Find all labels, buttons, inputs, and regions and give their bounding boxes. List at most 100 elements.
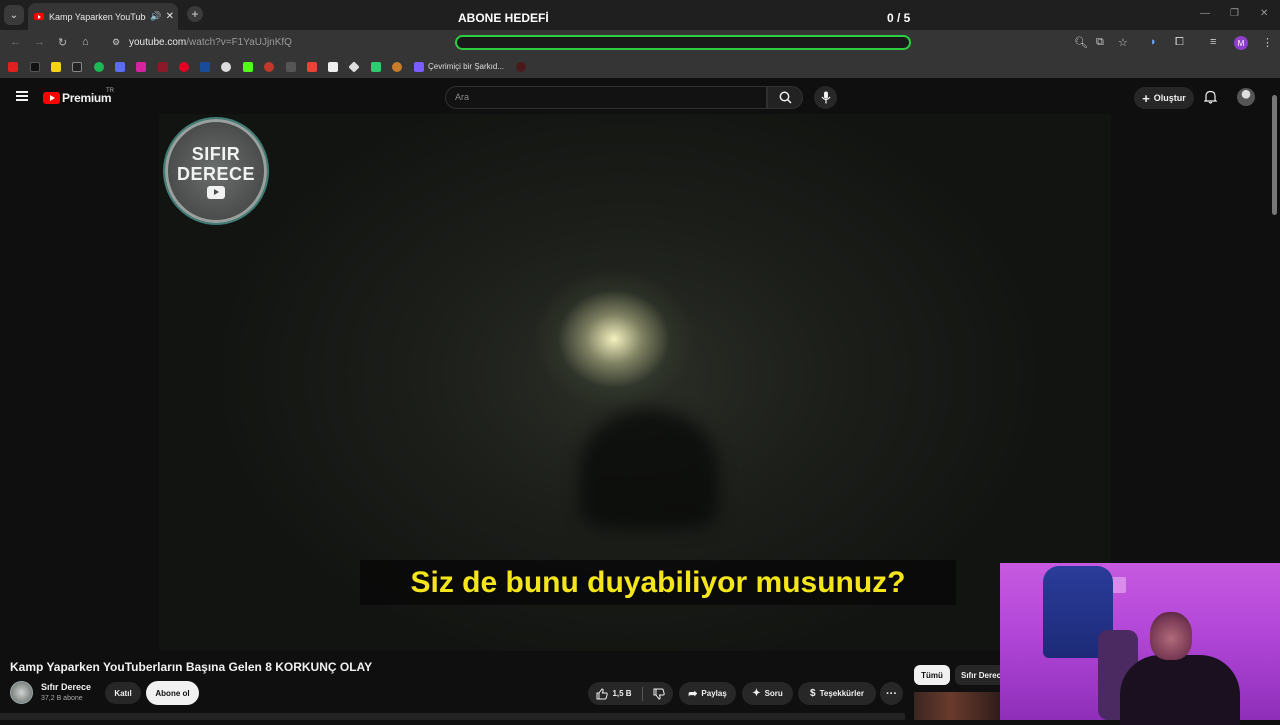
url-host: youtube.com bbox=[129, 37, 187, 48]
bookmark-youtube-icon[interactable] bbox=[8, 62, 18, 72]
watermark-text-line1: SIFIR bbox=[191, 143, 241, 164]
site-info-icon[interactable]: ⚙ bbox=[112, 37, 120, 48]
bookmark-spotify-icon[interactable] bbox=[94, 62, 104, 72]
bookmark-app10-icon[interactable] bbox=[392, 62, 402, 72]
minimize-icon[interactable]: — bbox=[1200, 8, 1210, 19]
home-icon[interactable]: ⌂ bbox=[82, 36, 89, 48]
bookmark-x-icon[interactable] bbox=[72, 62, 82, 72]
share-arrow-icon: ➦ bbox=[688, 688, 698, 700]
subscriber-goal-label: ABONE HEDEFİ bbox=[458, 11, 549, 25]
join-button[interactable]: Katıl bbox=[105, 682, 141, 704]
account-avatar[interactable] bbox=[1237, 88, 1255, 106]
youtube-favicon-icon bbox=[34, 13, 44, 20]
thanks-button[interactable]: $ Teşekkürler bbox=[798, 682, 876, 705]
address-bar[interactable]: youtube.com/watch?v=F1YaUJjnKfQ bbox=[129, 37, 292, 48]
channel-subscriber-count: 37,2 B abone bbox=[41, 695, 83, 702]
chip-all[interactable]: Tümü bbox=[914, 665, 950, 685]
more-actions-button[interactable]: ··· bbox=[880, 682, 903, 705]
bookmark-instagram-icon[interactable] bbox=[136, 62, 146, 72]
media-control-icon[interactable]: ≡ bbox=[1210, 36, 1216, 48]
bookmarks-bar bbox=[0, 56, 1280, 78]
thumbs-down-icon[interactable] bbox=[653, 688, 665, 700]
bookmark-app9-icon[interactable] bbox=[371, 62, 381, 72]
read-aloud-icon[interactable]: ◗ bbox=[1150, 36, 1157, 48]
bookmark-tiktok-icon[interactable] bbox=[30, 62, 40, 72]
speaker-icon[interactable]: 🔊 bbox=[150, 11, 161, 22]
share-button[interactable]: ➦ Paylaş bbox=[679, 682, 736, 705]
channel-name[interactable]: Sıfır Derece bbox=[41, 682, 91, 692]
bookmark-label[interactable]: Çevrimiçi bir Şarkıd... bbox=[428, 62, 504, 71]
bookmark-app5-icon[interactable] bbox=[264, 62, 274, 72]
youtube-logo-icon[interactable] bbox=[43, 92, 60, 104]
extensions-icon[interactable]: ⧠ bbox=[1175, 36, 1184, 49]
bookmark-s-icon[interactable] bbox=[51, 62, 61, 72]
subscribe-button[interactable]: Abone ol bbox=[146, 681, 199, 705]
search-icon bbox=[779, 91, 792, 104]
bookmark-kick-icon[interactable] bbox=[243, 62, 253, 72]
chip-channel[interactable]: Sıfır Derece bbox=[955, 665, 1005, 685]
horizontal-scrollbar[interactable] bbox=[0, 713, 905, 720]
bookmark-app11-icon[interactable] bbox=[516, 62, 526, 72]
search-button[interactable] bbox=[767, 86, 803, 109]
window-close-icon[interactable]: ✕ bbox=[1260, 8, 1268, 19]
video-title: Kamp Yaparken YouTuberların Başına Gelen… bbox=[10, 660, 373, 674]
ask-button[interactable]: ✦ Soru bbox=[742, 682, 793, 705]
ask-label: Soru bbox=[764, 689, 783, 698]
like-count[interactable]: 1,5 B bbox=[612, 689, 631, 698]
bookmark-app7-icon[interactable] bbox=[328, 62, 338, 72]
bookmark-app2-icon[interactable] bbox=[158, 62, 168, 72]
webcam-person-body bbox=[1120, 655, 1240, 725]
bookmark-app4-icon[interactable] bbox=[221, 62, 231, 72]
notifications-bell-icon[interactable] bbox=[1204, 90, 1217, 104]
tab-search-button[interactable]: ⌄ bbox=[4, 5, 24, 25]
menu-kebab-icon[interactable]: ⋮ bbox=[1262, 36, 1273, 49]
subscriber-goal-count: 0 / 5 bbox=[887, 11, 911, 25]
scrollbar-thumb[interactable] bbox=[1272, 95, 1277, 215]
install-app-icon[interactable]: ⧉ bbox=[1096, 36, 1104, 49]
url-path: /watch?v=F1YaUJjnKfQ bbox=[186, 37, 292, 48]
hamburger-menu-icon[interactable] bbox=[16, 91, 28, 101]
search-placeholder: Ara bbox=[455, 92, 470, 102]
maximize-icon[interactable]: ❐ bbox=[1230, 8, 1239, 19]
recommended-thumbnail[interactable] bbox=[914, 692, 1004, 720]
plus-icon: + bbox=[1142, 90, 1150, 106]
search-input[interactable] bbox=[445, 86, 767, 109]
bookmark-gmail-icon[interactable] bbox=[307, 62, 317, 72]
region-label: TR bbox=[106, 88, 114, 94]
bookmark-app-icon[interactable] bbox=[115, 62, 125, 72]
create-button[interactable]: + Oluştur bbox=[1134, 87, 1194, 109]
forward-arrow-icon[interactable]: → bbox=[34, 36, 45, 48]
new-tab-button[interactable]: + bbox=[187, 6, 203, 22]
sparkle-icon: ✦ bbox=[752, 688, 761, 699]
plus-icon: + bbox=[191, 7, 199, 21]
close-tab-icon[interactable]: ✕ bbox=[166, 11, 174, 22]
thanks-label: Teşekkürler bbox=[819, 689, 864, 698]
bookmark-music-icon[interactable] bbox=[414, 62, 424, 72]
thumbs-up-icon[interactable] bbox=[596, 687, 609, 700]
super-thanks-icon: $ bbox=[810, 688, 816, 699]
microphone-icon bbox=[821, 91, 830, 104]
youtube-premium-label[interactable]: Premium bbox=[62, 91, 112, 105]
channel-watermark-logo[interactable]: SIFIR DERECE bbox=[165, 119, 267, 223]
bookmark-star-icon[interactable]: ☆ bbox=[1118, 36, 1128, 49]
active-tab[interactable]: Kamp Yaparken YouTuberla 🔊 ✕ bbox=[28, 3, 178, 30]
reload-icon[interactable]: ↻ bbox=[58, 36, 67, 49]
more-horizontal-icon: ··· bbox=[886, 687, 897, 700]
play-icon bbox=[207, 185, 225, 199]
tab-title: Kamp Yaparken YouTuberla bbox=[49, 11, 146, 22]
chevron-down-icon: ⌄ bbox=[9, 9, 19, 21]
video-subtitle: Siz de bunu duyabiliyor musunuz? bbox=[360, 560, 956, 605]
create-label: Oluştur bbox=[1153, 93, 1186, 103]
like-dislike-group: 1,5 B bbox=[588, 682, 673, 705]
share-label: Paylaş bbox=[701, 689, 727, 698]
zoom-icon[interactable]: 🔍︎ bbox=[1074, 36, 1088, 49]
bookmark-pinterest-icon[interactable] bbox=[179, 62, 189, 72]
voice-search-button[interactable] bbox=[814, 86, 837, 109]
like-divider bbox=[641, 686, 643, 701]
channel-avatar[interactable] bbox=[10, 681, 33, 704]
bookmark-app3-icon[interactable] bbox=[200, 62, 210, 72]
video-figure-silhouette bbox=[579, 409, 719, 529]
back-arrow-icon[interactable]: ← bbox=[10, 36, 21, 48]
profile-avatar[interactable]: M bbox=[1234, 36, 1248, 50]
bookmark-app6-icon[interactable] bbox=[286, 62, 296, 72]
